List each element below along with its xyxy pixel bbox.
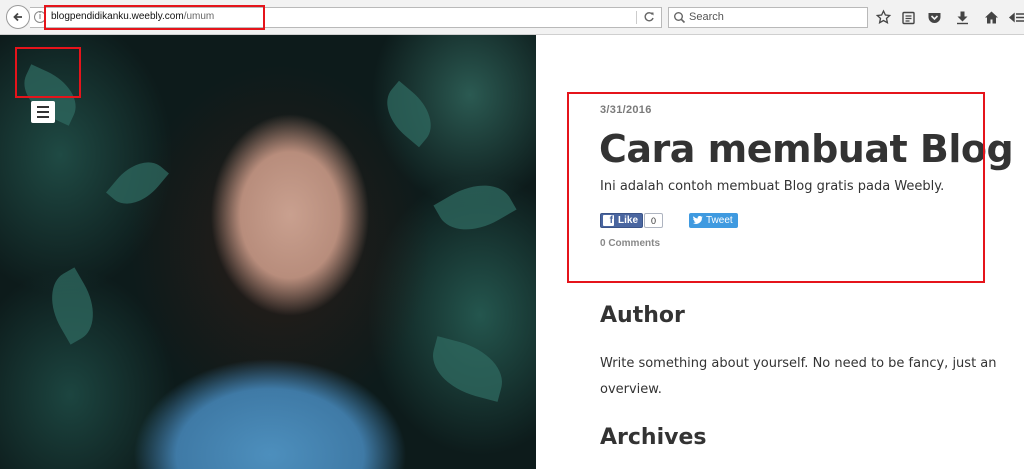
back-arrow-icon (13, 12, 22, 22)
main-content: 3/31/2016 Cara membuat Blog Ini adalah c… (536, 35, 1024, 469)
facebook-icon: f (603, 215, 614, 226)
more-icon[interactable] (1008, 9, 1024, 26)
hamburger-icon-bar (37, 111, 49, 113)
post-title[interactable]: Cara membuat Blog (599, 127, 1014, 171)
leaf-decor (433, 170, 517, 245)
leaf-decor (38, 267, 107, 345)
back-button[interactable] (6, 5, 30, 29)
hero-photo (0, 35, 536, 469)
address-bar[interactable]: i blogpendidikanku.weebly.com/umum (30, 7, 662, 28)
search-bar[interactable]: Search (668, 7, 868, 28)
comments-link[interactable]: 0 Comments (600, 238, 660, 249)
twitter-bird-icon (693, 216, 703, 224)
post-body: Ini adalah contoh membuat Blog gratis pa… (600, 179, 945, 194)
leaf-decor (425, 336, 510, 402)
star-icon[interactable] (875, 9, 892, 26)
search-placeholder: Search (689, 11, 724, 23)
author-description: Write something about yourself. No need … (600, 356, 997, 397)
facebook-like-button[interactable]: f Like (600, 213, 644, 228)
reload-icon[interactable] (642, 10, 656, 24)
archives-heading: Archives (600, 425, 707, 450)
url-domain: blogpendidikanku.weebly.com (51, 11, 184, 22)
hamburger-icon-bar (37, 106, 49, 108)
info-icon[interactable]: i (34, 11, 46, 23)
author-heading: Author (600, 303, 685, 328)
url-divider (636, 11, 637, 24)
hamburger-icon-bar (37, 116, 49, 118)
leaf-decor (106, 150, 169, 216)
search-icon (674, 12, 686, 24)
home-icon[interactable] (983, 9, 1000, 26)
tweet-button[interactable]: Tweet (689, 213, 738, 228)
menu-button[interactable] (31, 101, 55, 123)
pocket-icon[interactable] (926, 9, 943, 26)
reading-list-icon[interactable] (900, 9, 917, 26)
url-path: /umum (183, 11, 215, 22)
facebook-like-count: 0 (644, 213, 663, 228)
post-date: 3/31/2016 (600, 104, 652, 116)
browser-toolbar: i blogpendidikanku.weebly.com/umum Searc… (0, 0, 1024, 35)
leaf-decor (374, 80, 444, 148)
url-text[interactable]: blogpendidikanku.weebly.com/umum (51, 11, 214, 22)
facebook-like-label: Like (618, 215, 639, 226)
download-icon[interactable] (954, 9, 971, 26)
tweet-label: Tweet (706, 215, 733, 226)
